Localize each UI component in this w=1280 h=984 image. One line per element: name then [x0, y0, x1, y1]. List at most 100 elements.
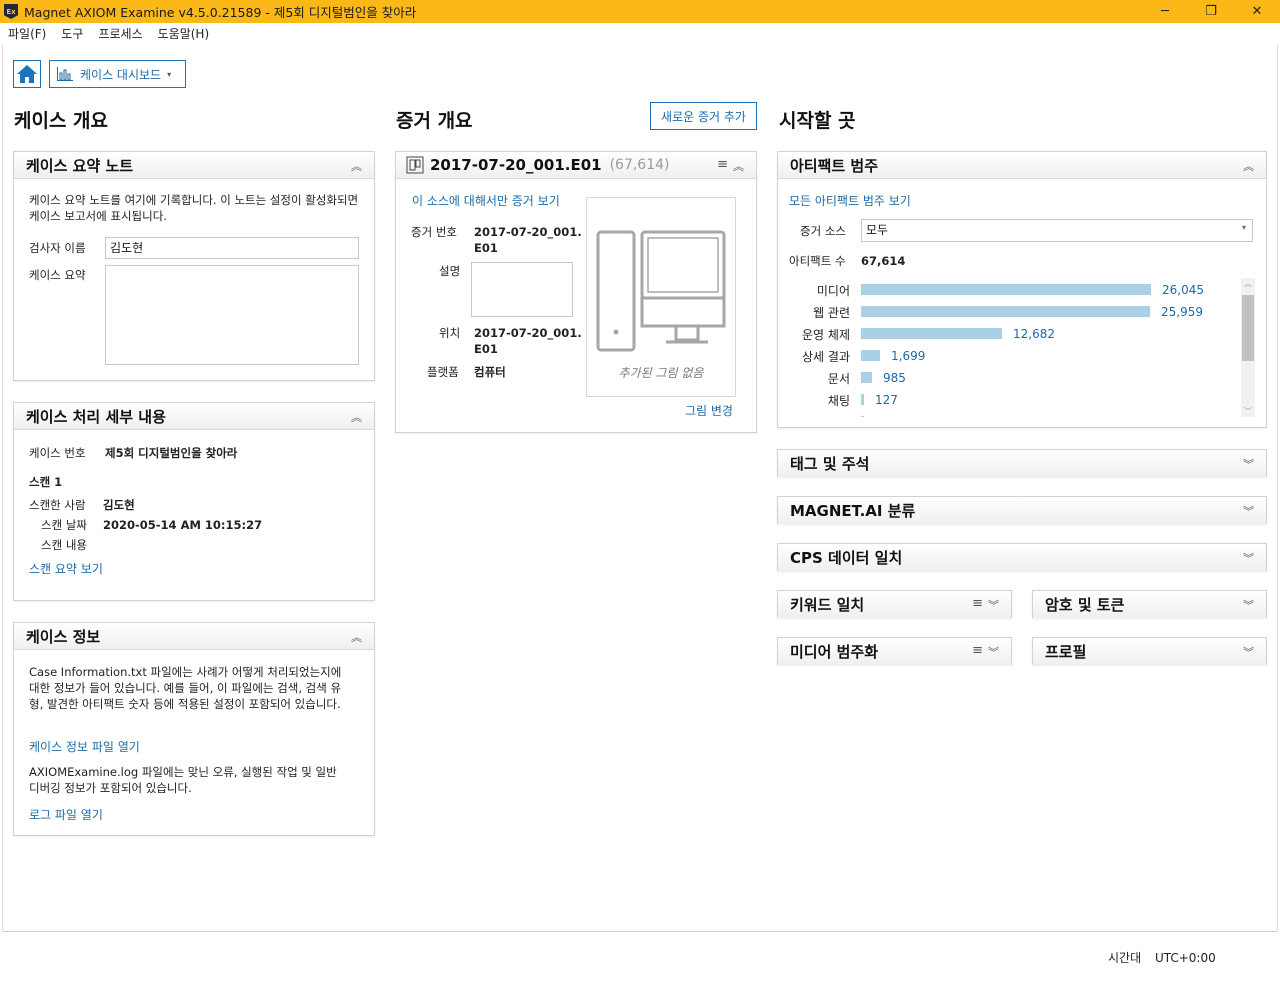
timezone-value[interactable]: UTC+0:00 [1155, 951, 1216, 965]
drive-icon [406, 156, 424, 174]
category-bar[interactable] [861, 306, 1150, 317]
category-label[interactable]: 운영 체제 [778, 326, 850, 343]
media-categorization-panel: 미디어 범주화 ≡ ︾ [777, 637, 1012, 665]
category-label[interactable]: 상세 결과 [778, 348, 850, 365]
start-here-heading: 시작할 곳 [779, 110, 856, 132]
artifact-categories-title: 아티팩트 범주 [790, 156, 879, 175]
evidence-image-placeholder[interactable]: 추가된 그림 없음 [586, 197, 736, 397]
processing-header[interactable]: 케이스 처리 세부 내용 ︽ [14, 403, 374, 430]
summary-textarea[interactable] [105, 265, 359, 365]
dashboard-label: 케이스 대시보드 [80, 67, 162, 82]
passwords-header[interactable]: 암호 및 토큰 ︾ [1033, 591, 1266, 618]
category-label[interactable]: 미디어 [778, 282, 850, 299]
evidence-source-value: 모두 [866, 223, 889, 237]
magnet-ai-title: MAGNET.AI 분류 [790, 502, 916, 520]
expand-down-icon[interactable]: ︾ [1243, 597, 1254, 613]
media-categorization-header[interactable]: 미디어 범주화 ≡ ︾ [778, 638, 1011, 665]
category-bar[interactable] [861, 284, 1151, 295]
evidence-source-dropdown[interactable]: 모두 ▾ [861, 219, 1253, 242]
category-value[interactable]: 985 [883, 371, 906, 385]
category-label[interactable]: 암호화 [778, 414, 850, 417]
magnet-ai-header[interactable]: MAGNET.AI 분류 ︾ [778, 497, 1266, 524]
evidence-location-label: 위치 [439, 326, 461, 340]
case-number-label: 케이스 번호 [29, 446, 86, 460]
open-log-link[interactable]: 로그 파일 열기 [29, 806, 103, 823]
category-label[interactable]: 웹 관련 [778, 304, 850, 321]
view-all-categories-link[interactable]: 모든 아티팩트 범주 보기 [789, 192, 911, 209]
expand-down-icon[interactable]: ︾ [988, 597, 999, 613]
keyword-header[interactable]: 키워드 일치 ≡ ︾ [778, 591, 1011, 618]
collapse-up-icon[interactable]: ︽ [351, 409, 362, 425]
processing-title: 케이스 처리 세부 내용 [26, 407, 166, 426]
category-bar[interactable] [861, 416, 864, 417]
expand-down-icon[interactable]: ︾ [1243, 644, 1254, 660]
category-value[interactable]: 26,045 [1162, 283, 1204, 297]
artifact-categories-header[interactable]: 아티팩트 범주 ︽ [778, 152, 1266, 179]
category-value[interactable]: 1,699 [891, 349, 925, 363]
menu-tools[interactable]: 도구 [61, 25, 83, 42]
examiner-field[interactable]: 김도현 [105, 237, 359, 259]
case-notes-header[interactable]: 케이스 요약 노트 ︽ [14, 152, 374, 179]
evidence-filter-link[interactable]: 이 소스에 대해서만 증거 보기 [412, 192, 560, 209]
expand-down-icon[interactable]: ︾ [988, 644, 999, 660]
evidence-header[interactable]: 2017-07-20_001.E01 (67,614) ≡ ︽ [396, 152, 756, 179]
category-label[interactable]: 문서 [778, 370, 850, 387]
maximize-button[interactable]: ❐ [1188, 0, 1234, 23]
dashboard-selector[interactable]: 케이스 대시보드 ▾ [49, 60, 186, 88]
chart-scrollbar[interactable]: ︿ ﹀ [1241, 278, 1255, 417]
menu-help[interactable]: 도움말(H) [158, 25, 210, 42]
passwords-panel: 암호 및 토큰 ︾ [1032, 590, 1267, 618]
category-value[interactable]: 12,682 [1013, 327, 1055, 341]
profile-header[interactable]: 프로필 ︾ [1033, 638, 1266, 665]
evidence-location-value-1: 2017-07-20_001. [474, 326, 582, 340]
artifact-categories-panel: 아티팩트 범주 ︽ 모든 아티팩트 범주 보기 증거 소스 모두 ▾ 아티팩트 … [777, 151, 1267, 428]
change-image-link[interactable]: 그림 변경 [685, 402, 733, 419]
menu-icon[interactable]: ≡ [972, 596, 983, 611]
evidence-description-field[interactable] [471, 262, 573, 317]
dropdown-caret-icon: ▾ [1241, 223, 1246, 232]
close-button[interactable]: ✕ [1234, 0, 1280, 23]
platform-value: 컴퓨터 [474, 365, 506, 379]
scanned-by-value: 김도현 [103, 498, 135, 512]
magnet-ai-panel: MAGNET.AI 분류 ︾ [777, 496, 1267, 524]
case-info-header[interactable]: 케이스 정보 ︽ [14, 623, 374, 650]
case-overview-heading: 케이스 개요 [14, 110, 109, 132]
category-bar[interactable] [861, 350, 880, 361]
open-case-info-link[interactable]: 케이스 정보 파일 열기 [29, 738, 140, 755]
collapse-up-icon[interactable]: ︽ [351, 158, 362, 174]
collapse-up-icon[interactable]: ︽ [351, 629, 362, 645]
case-notes-description: 케이스 요약 노트를 여기에 기록합니다. 이 노트는 설정이 활성화되면 케이… [29, 193, 359, 223]
category-value[interactable]: 20 [875, 415, 890, 417]
window-title: Magnet AXIOM Examine v4.5.0.21589 - 제5회 … [24, 5, 417, 20]
collapse-up-icon[interactable]: ︽ [733, 158, 744, 174]
chart-icon [57, 67, 73, 81]
case-info-panel: 케이스 정보 ︽ Case Information.txt 파일에는 사례가 어… [13, 622, 375, 836]
category-value[interactable]: 127 [875, 393, 898, 407]
passwords-title: 암호 및 토큰 [1045, 596, 1125, 614]
cps-header[interactable]: CPS 데이터 일치 ︾ [778, 544, 1266, 571]
tags-header[interactable]: 태그 및 주석 ︾ [778, 450, 1266, 477]
add-evidence-button[interactable]: 새로운 증거 추가 [650, 102, 757, 130]
expand-down-icon[interactable]: ︾ [1243, 456, 1254, 472]
scroll-up-icon[interactable]: ︿ [1244, 278, 1252, 289]
evidence-number-value-2: E01 [474, 241, 498, 255]
expand-down-icon[interactable]: ︾ [1243, 550, 1254, 566]
menu-process[interactable]: 프로세스 [98, 25, 142, 42]
home-button[interactable] [13, 60, 41, 88]
collapse-up-icon[interactable]: ︽ [1243, 158, 1254, 174]
scroll-down-icon[interactable]: ﹀ [1244, 406, 1252, 417]
scan-summary-link[interactable]: 스캔 요약 보기 [29, 560, 103, 577]
menu-file[interactable]: 파일(F) [8, 25, 46, 42]
category-label[interactable]: 채팅 [778, 392, 850, 409]
category-bar[interactable] [861, 328, 1002, 339]
category-bar[interactable] [861, 394, 864, 405]
content-divider [2, 931, 1278, 932]
category-value[interactable]: 25,959 [1161, 305, 1203, 319]
minimize-button[interactable]: ─ [1142, 0, 1188, 23]
expand-down-icon[interactable]: ︾ [1243, 503, 1254, 519]
right-border [1277, 44, 1278, 931]
menu-icon[interactable]: ≡ [972, 643, 983, 658]
scrollbar-thumb[interactable] [1242, 295, 1254, 361]
menu-icon[interactable]: ≡ [717, 157, 728, 172]
category-bar[interactable] [861, 372, 872, 383]
